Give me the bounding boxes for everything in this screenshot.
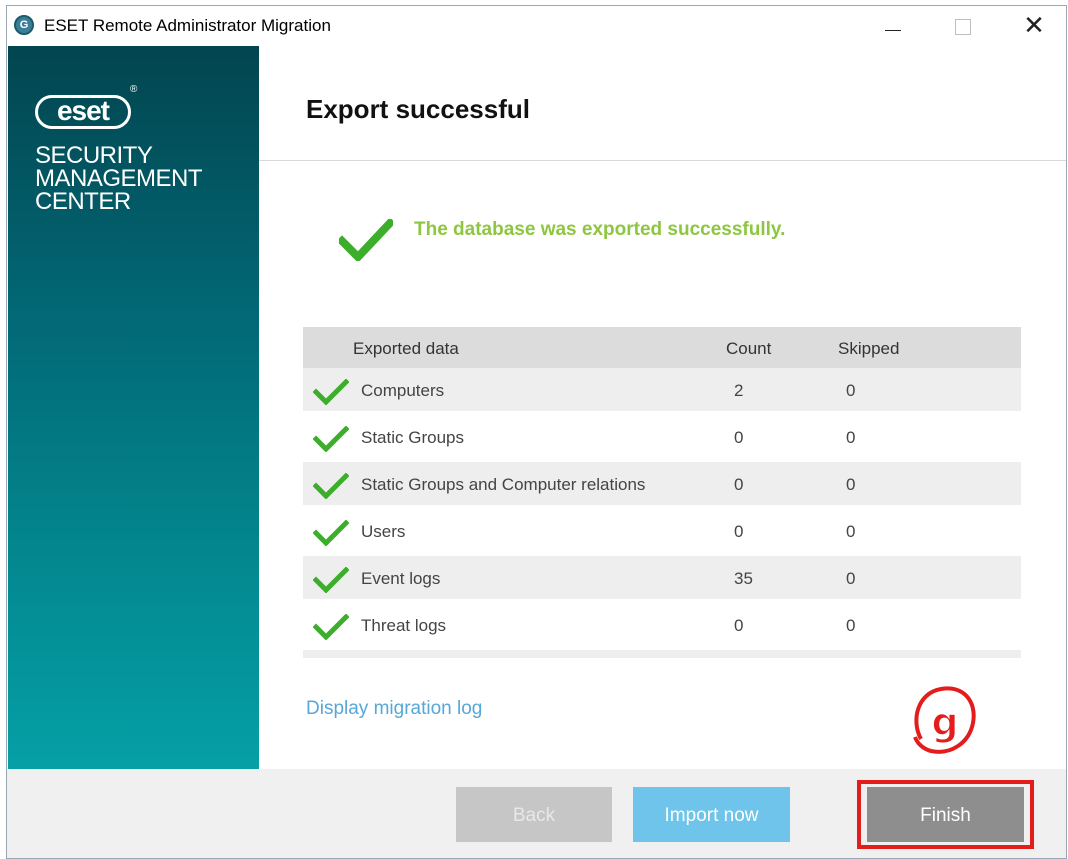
row-count: 0 <box>734 522 744 541</box>
export-results-table: Exported data Count Skipped Computers 2 0 S… <box>303 327 1021 658</box>
row-skipped: 0 <box>846 428 856 447</box>
minimize-icon <box>885 29 901 31</box>
title-bar[interactable]: G ESET Remote Administrator Migration ✕ <box>7 6 1066 45</box>
row-skipped: 0 <box>846 616 856 635</box>
table-row[interactable]: Users 0 0 <box>303 509 1021 552</box>
back-button[interactable]: Back <box>456 787 612 842</box>
close-button[interactable]: ✕ <box>1005 6 1063 45</box>
eset-logo: eset <box>35 95 131 129</box>
success-check-icon <box>339 219 393 261</box>
migration-window: G ESET Remote Administrator Migration ✕ … <box>6 5 1067 859</box>
row-skipped: 0 <box>846 475 856 494</box>
row-skipped: 0 <box>846 569 856 588</box>
table-row[interactable]: Threat logs 0 0 <box>303 603 1021 646</box>
maximize-button[interactable] <box>934 6 992 45</box>
product-name-line-2: MANAGEMENT <box>35 165 203 192</box>
success-message: The database was exported successfully. <box>414 219 786 240</box>
import-now-button[interactable]: Import now <box>633 787 790 842</box>
row-skipped: 0 <box>846 381 856 400</box>
row-count: 0 <box>734 475 744 494</box>
table-row[interactable]: Static Groups 0 0 <box>303 415 1021 458</box>
row-check-icon <box>313 567 349 593</box>
sidebar-banner: eset ® SECURITY MANAGEMENT CENTER <box>8 46 259 769</box>
product-name: SECURITY MANAGEMENT CENTER <box>35 142 203 215</box>
row-name: Static Groups and Computer relations <box>361 475 646 494</box>
row-name: Static Groups <box>361 428 464 447</box>
display-migration-log-link[interactable]: Display migration log <box>306 698 482 720</box>
header-divider <box>259 160 1066 161</box>
product-name-line-1: SECURITY <box>35 142 153 169</box>
row-count: 0 <box>734 616 744 635</box>
row-check-icon <box>313 520 349 546</box>
row-check-icon <box>313 379 349 405</box>
row-skipped: 0 <box>846 522 856 541</box>
row-check-icon <box>313 473 349 499</box>
table-row[interactable]: Static Groups and Computer relations 0 0 <box>303 462 1021 505</box>
row-name: Threat logs <box>361 616 447 635</box>
table-header: Exported data Count Skipped <box>303 327 1021 368</box>
registered-mark: ® <box>130 84 138 95</box>
column-header-skipped[interactable]: Skipped <box>838 339 899 359</box>
step-annotation-label: g <box>931 700 958 744</box>
row-name: Computers <box>361 381 445 400</box>
table-row[interactable]: Scan logs00 <box>303 650 1021 658</box>
minimize-button[interactable] <box>864 6 922 45</box>
row-name: Users <box>361 522 406 541</box>
row-check-icon <box>313 614 349 640</box>
finish-highlight-box <box>857 780 1034 849</box>
row-name: Event logs <box>361 569 441 588</box>
table-row[interactable]: Computers 2 0 <box>303 368 1021 411</box>
column-header-exported-data[interactable]: Exported data <box>353 339 459 359</box>
window-title: ESET Remote Administrator Migration <box>44 16 331 35</box>
row-check-icon <box>313 426 349 452</box>
step-annotation-marker: g <box>913 686 976 754</box>
row-count: 2 <box>734 381 744 400</box>
maximize-icon <box>955 19 971 36</box>
product-name-line-3: CENTER <box>35 188 131 215</box>
table-row[interactable]: Event logs 35 0 <box>303 556 1021 599</box>
page-title: Export successful <box>306 94 530 124</box>
row-count: 35 <box>734 569 753 588</box>
row-count: 0 <box>734 428 744 447</box>
eset-app-icon: G <box>14 15 34 35</box>
column-header-count[interactable]: Count <box>726 339 771 359</box>
